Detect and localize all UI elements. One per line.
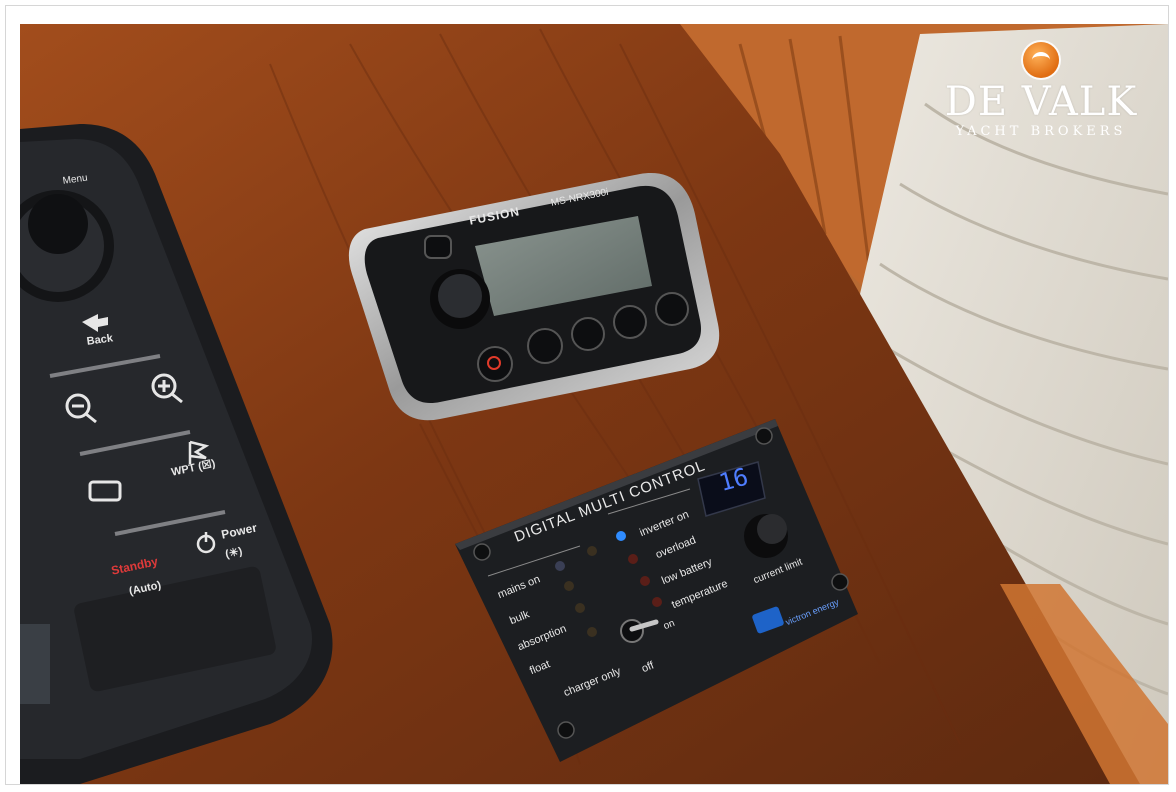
de-valk-watermark: DE VALK YACHT BROKERS	[928, 42, 1154, 152]
falcon-emblem-icon	[1023, 42, 1059, 78]
watermark-brand: DE VALK	[944, 79, 1138, 125]
watermark-tagline: YACHT BROKERS	[955, 124, 1127, 139]
